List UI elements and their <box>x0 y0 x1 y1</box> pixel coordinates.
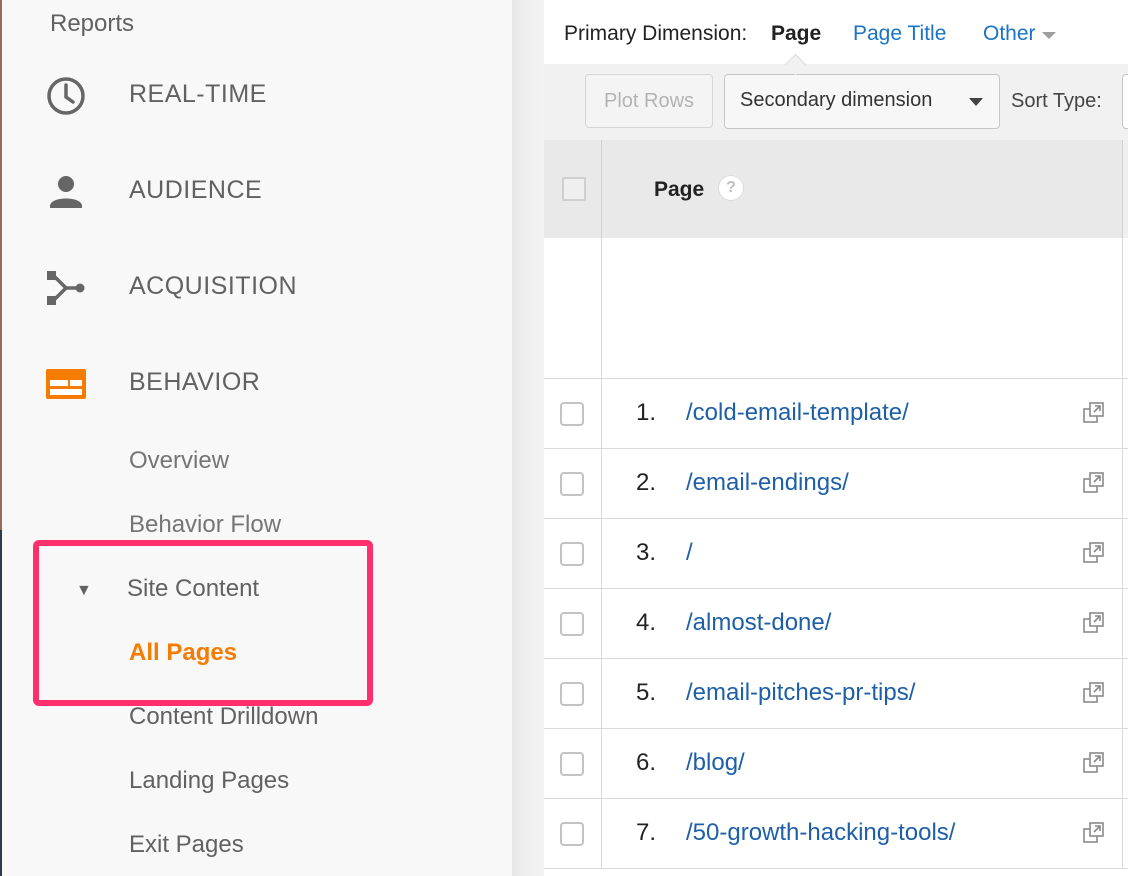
open-in-new-window-icon[interactable] <box>1083 542 1105 564</box>
row-number: 5. <box>635 679 656 706</box>
clock-icon <box>44 74 88 118</box>
nav-item-audience[interactable]: AUDIENCE <box>0 150 512 230</box>
select-column-header <box>544 140 602 238</box>
column-divider <box>1122 449 1123 518</box>
column-divider <box>1122 729 1123 798</box>
table-row: 3. / <box>544 519 1128 589</box>
sidebar-item-behavior-flow[interactable]: Behavior Flow <box>129 511 281 539</box>
column-divider <box>1122 238 1123 378</box>
row-select-cell <box>544 659 602 728</box>
primary-dimension-label: Primary Dimension: <box>564 22 748 45</box>
table-row: 7. /50-growth-hacking-tools/ <box>544 799 1128 869</box>
report-panel: Primary Dimension: Page Page Title Other… <box>544 0 1128 876</box>
table-row: 1. /cold-email-template/ <box>544 379 1128 449</box>
row-select-cell <box>544 379 602 448</box>
page-link[interactable]: /cold-email-template/ <box>686 399 909 427</box>
row-number: 2. <box>635 469 656 496</box>
help-icon[interactable]: ? <box>718 175 744 201</box>
row-checkbox[interactable] <box>560 682 584 706</box>
row-select-cell <box>544 449 602 518</box>
sidebar-item-landing-pages[interactable]: Landing Pages <box>129 767 289 795</box>
sidebar: Reports REAL-TIME AUDIENCE ACQUISITION B… <box>0 0 512 876</box>
table-row: 4. /almost-done/ <box>544 589 1128 659</box>
sidebar-item-content-drilldown[interactable]: Content Drilldown <box>129 703 318 731</box>
page-link[interactable]: /email-endings/ <box>686 469 849 497</box>
table-row: 5. /email-pitches-pr-tips/ <box>544 659 1128 729</box>
open-in-new-window-icon[interactable] <box>1083 402 1105 424</box>
page-link[interactable]: /blog/ <box>686 749 745 777</box>
row-checkbox[interactable] <box>560 612 584 636</box>
primary-dimension-other-link[interactable]: Other <box>983 22 1036 46</box>
column-divider <box>1122 799 1123 868</box>
row-checkbox[interactable] <box>560 402 584 426</box>
open-in-new-window-icon[interactable] <box>1083 472 1105 494</box>
nav-item-acquisition[interactable]: ACQUISITION <box>0 246 512 326</box>
column-divider <box>1122 589 1123 658</box>
row-number: 4. <box>635 609 656 636</box>
caret-down-icon <box>1042 32 1056 39</box>
sidebar-divider <box>512 0 544 876</box>
highlight-annotation <box>33 540 373 706</box>
table-header: Page ? <box>544 140 1128 239</box>
row-number: 6. <box>635 749 656 776</box>
row-number: 1. <box>635 399 656 426</box>
row-checkbox[interactable] <box>560 472 584 496</box>
next-column-edge <box>1122 140 1128 238</box>
row-select-cell <box>544 799 602 868</box>
reports-heading: Reports <box>50 10 135 37</box>
dropdown-arrow-icon <box>969 98 983 106</box>
person-icon <box>44 170 88 214</box>
secondary-dimension-label: Secondary dimension <box>740 89 933 111</box>
open-in-new-window-icon[interactable] <box>1083 752 1105 774</box>
primary-dimension-page-title-link[interactable]: Page Title <box>853 22 946 46</box>
secondary-dimension-dropdown[interactable]: Secondary dimension <box>724 74 1000 129</box>
nav-item-behavior[interactable]: BEHAVIOR <box>0 342 512 422</box>
column-divider <box>1122 519 1123 588</box>
column-divider <box>601 238 602 378</box>
nav-label: REAL-TIME <box>129 80 267 108</box>
row-checkbox[interactable] <box>560 752 584 776</box>
summary-row <box>544 238 1128 379</box>
acquisition-icon <box>44 266 88 310</box>
table-row: 2. /email-endings/ <box>544 449 1128 519</box>
page-link[interactable]: / <box>686 539 693 567</box>
row-checkbox[interactable] <box>560 542 584 566</box>
page-link[interactable]: /50-growth-hacking-tools/ <box>686 819 955 847</box>
behavior-icon <box>44 362 88 406</box>
row-number: 7. <box>635 819 656 846</box>
plot-rows-button[interactable]: Plot Rows <box>585 74 713 128</box>
select-all-checkbox[interactable] <box>562 177 586 201</box>
row-select-cell <box>544 589 602 658</box>
row-select-cell <box>544 519 602 588</box>
open-in-new-window-icon[interactable] <box>1083 822 1105 844</box>
page-link[interactable]: /almost-done/ <box>686 609 831 637</box>
open-in-new-window-icon[interactable] <box>1083 682 1105 704</box>
open-in-new-window-icon[interactable] <box>1083 612 1105 634</box>
table-toolbar: Plot Rows Secondary dimension Sort Type: <box>544 64 1128 141</box>
sort-type-select[interactable] <box>1122 74 1128 129</box>
window-edge-lower <box>0 530 2 876</box>
column-header-page[interactable]: Page <box>654 178 704 202</box>
column-divider <box>1122 379 1123 448</box>
nav-label: ACQUISITION <box>129 272 298 300</box>
row-checkbox[interactable] <box>560 822 584 846</box>
nav-label: BEHAVIOR <box>129 368 261 396</box>
row-select-cell <box>544 729 602 798</box>
primary-dimension-bar: Primary Dimension: Page Page Title Other <box>544 0 1128 65</box>
sidebar-item-exit-pages[interactable]: Exit Pages <box>129 831 244 859</box>
table-body: 1. /cold-email-template/ 2. /email-endin… <box>544 379 1128 869</box>
row-number: 3. <box>635 539 656 566</box>
nav-item-real-time[interactable]: REAL-TIME <box>0 54 512 134</box>
nav-label: AUDIENCE <box>129 176 263 204</box>
column-divider <box>1122 659 1123 728</box>
sidebar-item-overview[interactable]: Overview <box>129 447 229 475</box>
sort-type-label: Sort Type: <box>1011 90 1102 112</box>
table-row: 6. /blog/ <box>544 729 1128 799</box>
primary-dimension-current: Page <box>771 22 822 45</box>
page-link[interactable]: /email-pitches-pr-tips/ <box>686 679 915 707</box>
